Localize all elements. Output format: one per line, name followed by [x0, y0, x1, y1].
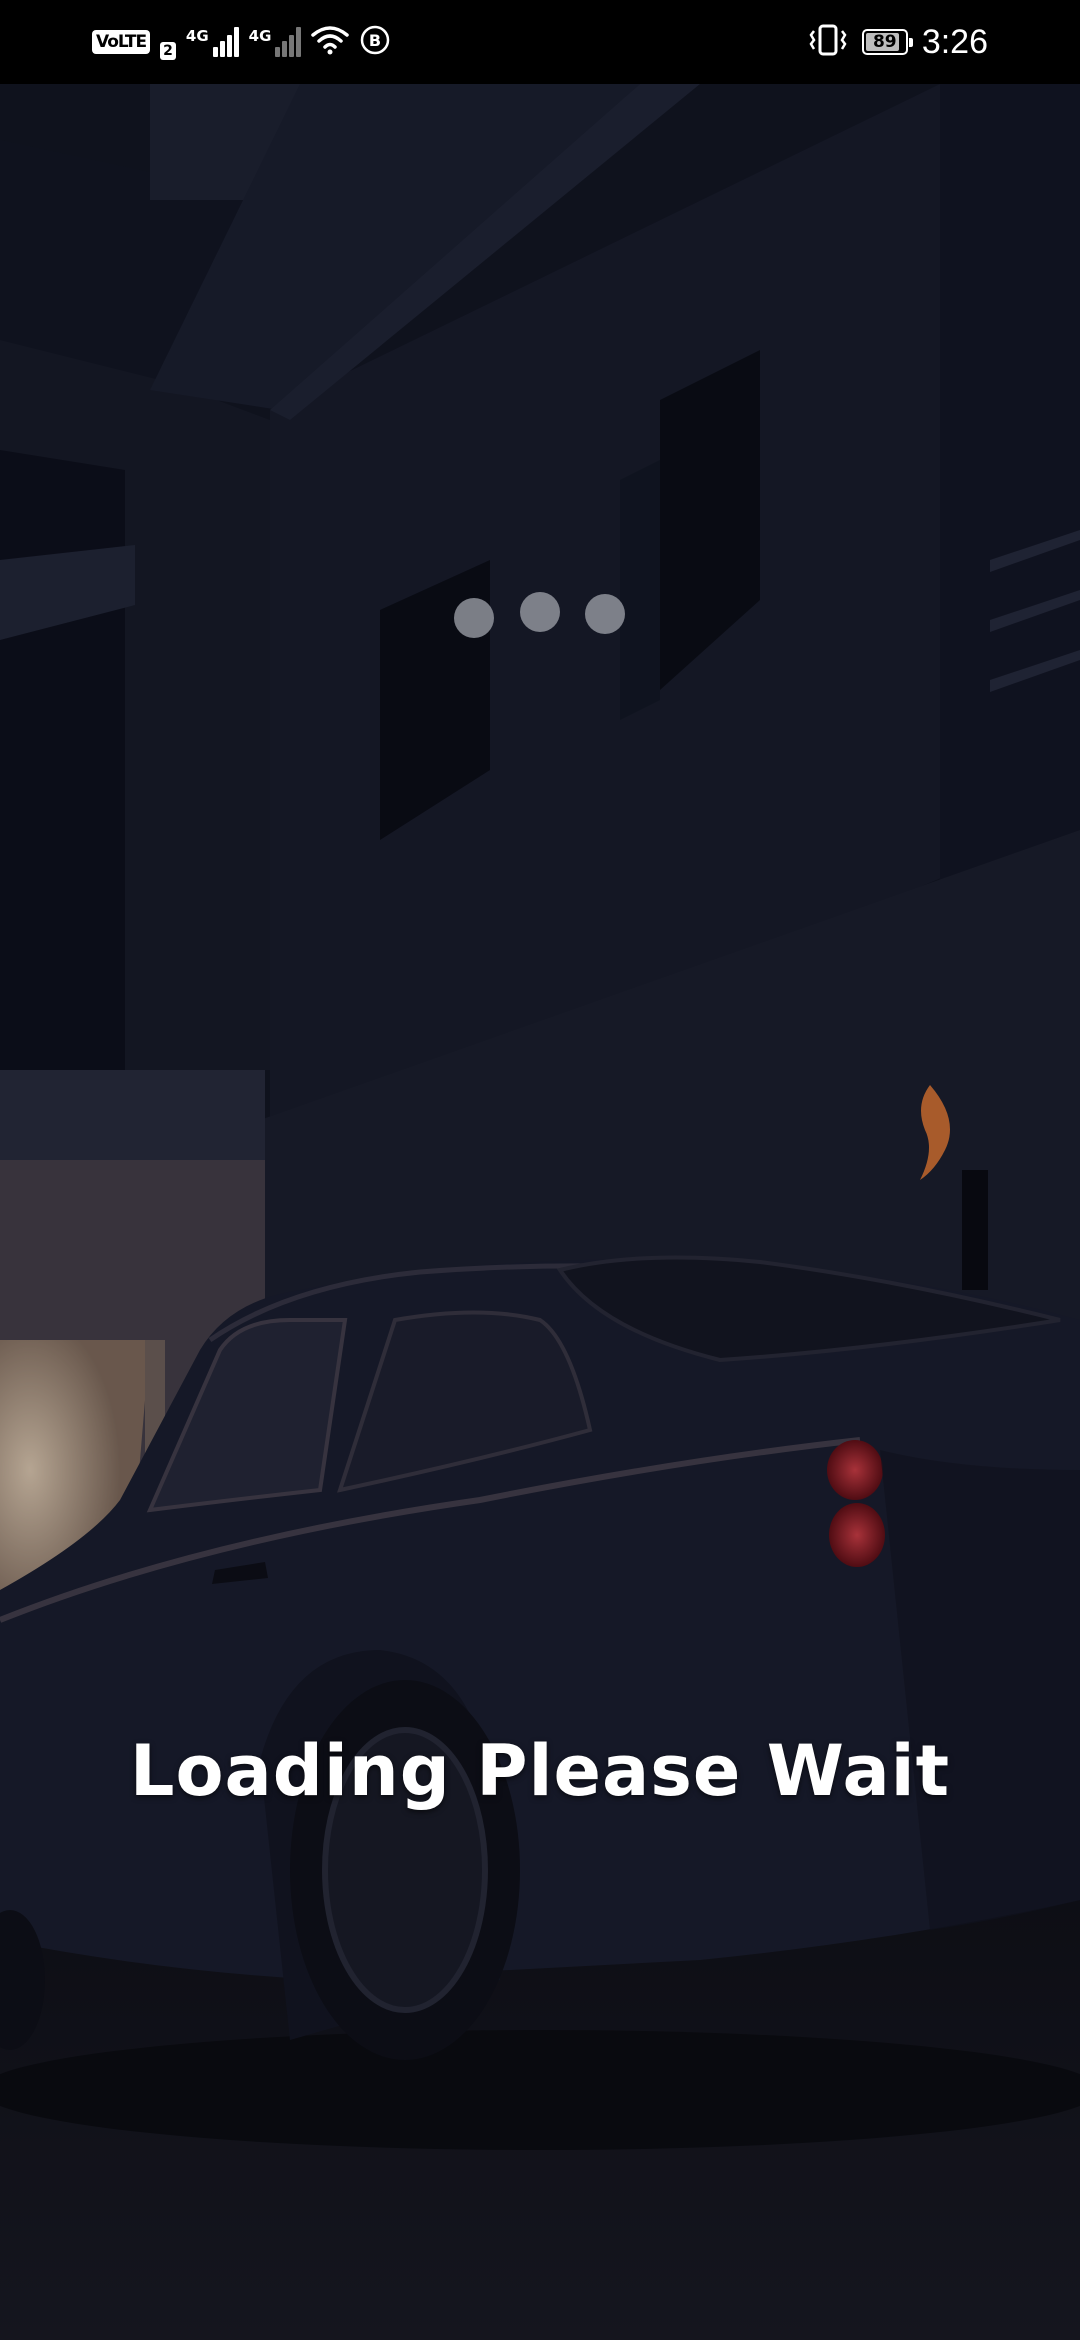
- sim-slot-badge: 2: [160, 42, 176, 60]
- battery-level: 89: [872, 32, 897, 52]
- clock-time: 3:26: [921, 22, 988, 61]
- b-badge-icon: B: [359, 24, 391, 60]
- volte-badge: VoLTE: [92, 30, 151, 54]
- app-screen: VoLTE 2 4G 4G B 89 3:26 Loading Please W…: [0, 0, 1080, 2340]
- loading-dot: [454, 598, 494, 638]
- loading-dots-indicator: [454, 592, 629, 642]
- svg-text:B: B: [369, 31, 381, 50]
- background-illustration: [0, 84, 1080, 2340]
- wifi-icon: [311, 25, 350, 59]
- loading-message: Loading Please Wait: [129, 1730, 951, 1812]
- loading-dot: [585, 594, 625, 634]
- signal-strength-1-icon: 4G: [186, 27, 239, 57]
- status-bar: VoLTE 2 4G 4G B 89 3:26: [0, 0, 1080, 84]
- vibrate-icon: [808, 23, 848, 61]
- battery-icon: 89: [861, 29, 913, 55]
- status-right-group: 89 3:26: [808, 18, 988, 66]
- status-left-group: VoLTE 2 4G 4G B: [92, 20, 391, 64]
- loading-dot: [520, 592, 560, 632]
- network-type-2: 4G: [248, 27, 272, 45]
- network-type-1: 4G: [185, 27, 209, 45]
- signal-strength-2-icon: 4G: [249, 27, 302, 57]
